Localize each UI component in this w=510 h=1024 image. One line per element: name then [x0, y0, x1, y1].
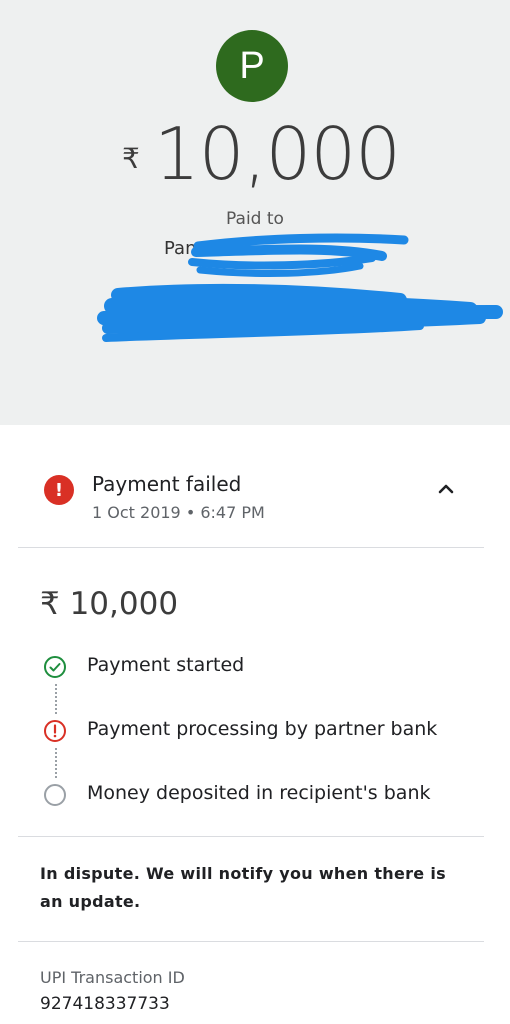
status-timestamp: 1 Oct 2019 • 6:47 PM — [92, 503, 265, 522]
dispute-note: In dispute. We will notify you when ther… — [40, 864, 446, 911]
step-label: Payment processing by partner bank — [87, 718, 438, 740]
divider — [18, 547, 484, 548]
timeline-connector — [55, 748, 57, 778]
divider — [18, 941, 484, 942]
step-label: Payment started — [87, 654, 245, 676]
step-label: Money deposited in recipient's bank — [87, 782, 431, 804]
upi-transaction-id[interactable]: 927418337733 — [40, 994, 170, 1014]
timeline-step-started: Payment started — [0, 648, 510, 688]
divider — [18, 836, 484, 837]
chevron-up-icon[interactable] — [434, 477, 458, 501]
redaction-scribble — [97, 233, 503, 342]
timeline-connector — [55, 684, 57, 714]
upi-transaction-label: UPI Transaction ID — [40, 968, 185, 987]
error-circle-icon — [44, 720, 66, 742]
details-amount: ₹ 10,000 — [40, 586, 179, 622]
payment-header: P ₹ 10,000 Paid to Pan — [0, 0, 510, 425]
check-circle-icon — [44, 656, 66, 678]
error-icon: ! — [44, 475, 74, 505]
empty-circle-icon — [44, 784, 66, 806]
timeline-step-processing: Payment processing by partner bank — [0, 712, 510, 752]
status-title: Payment failed — [92, 472, 242, 496]
timeline-step-deposited: Money deposited in recipient's bank — [0, 776, 510, 816]
payment-status-row[interactable]: ! Payment failed 1 Oct 2019 • 6:47 PM — [0, 465, 510, 535]
